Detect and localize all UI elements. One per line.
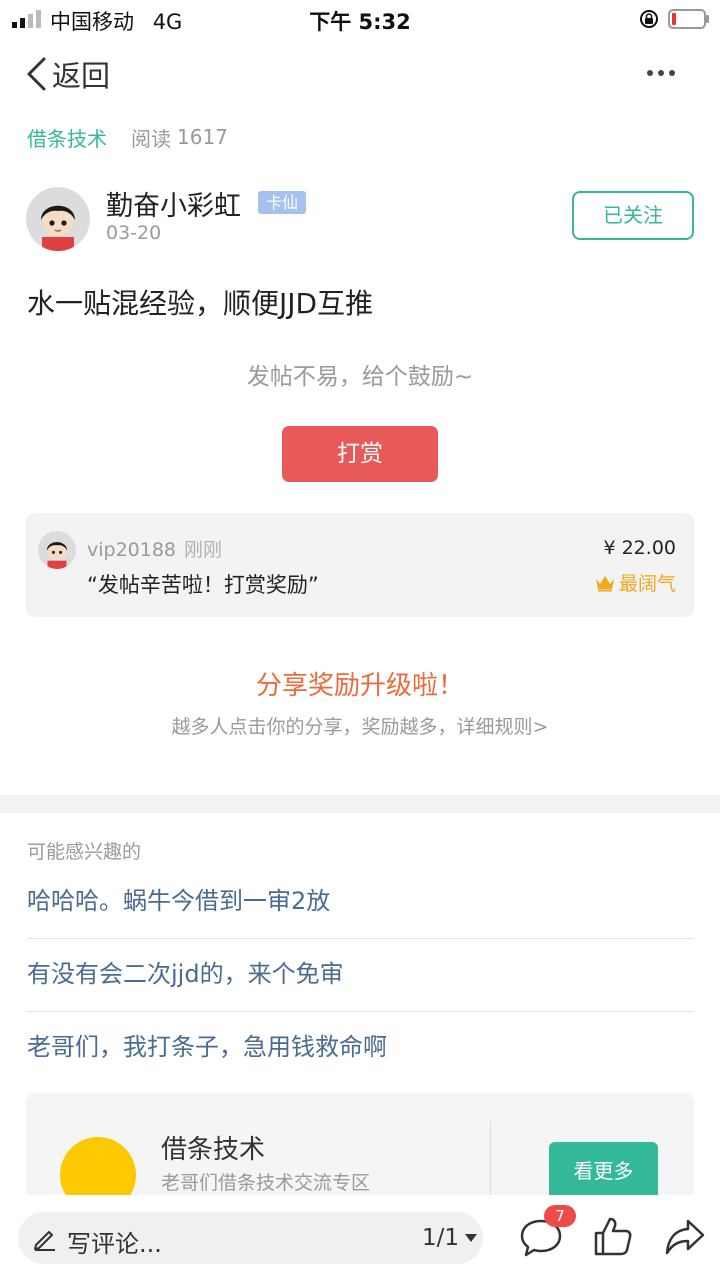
forum-logo: [60, 1137, 136, 1195]
forum-card-name: 借条技术: [161, 1135, 266, 1165]
comment-placeholder: 写评论...: [67, 1230, 162, 1258]
top-reward-tag: 最阔气: [595, 569, 676, 596]
chevron-left-icon: [27, 57, 46, 91]
share-arrow-icon[interactable]: [664, 1217, 706, 1257]
comment-count-badge: 7: [544, 1205, 576, 1227]
post-date: 03-20: [106, 222, 162, 244]
read-count: 1617: [177, 125, 228, 149]
rewarder-avatar[interactable]: [38, 531, 76, 569]
see-more-button[interactable]: 看更多: [549, 1142, 658, 1195]
forum-card-desc: 老哥们借条技术交流专区: [161, 1172, 371, 1194]
crown-icon: [595, 575, 614, 591]
status-bar: 中国移动 4G 下午 5:32: [0, 0, 720, 40]
more-options-button[interactable]: [636, 56, 686, 90]
avatar-image: [26, 187, 90, 251]
section-divider: [0, 795, 720, 813]
reward-hint: 发帖不易，给个鼓励~: [246, 364, 474, 390]
author-level-badge: 卡仙: [258, 191, 307, 214]
forum-card[interactable]: 借条技术 老哥们借条技术交流专区 看更多: [26, 1093, 694, 1195]
share-rules-link[interactable]: 越多人点击你的分享，奖励越多，详细规则>: [0, 712, 720, 739]
pen-icon: [34, 1231, 55, 1251]
signal-strength-icon: [12, 10, 41, 28]
follow-button[interactable]: 已关注: [572, 191, 694, 240]
page-selector[interactable]: 1/1: [422, 1225, 478, 1251]
author-avatar[interactable]: [26, 187, 90, 251]
carrier-label: 中国移动 4G: [50, 6, 182, 36]
rewarder-name[interactable]: vip20188: [87, 539, 176, 561]
post-title: 水一贴混经验，顺便JJD互推: [27, 287, 374, 320]
caret-down-icon: [465, 1234, 478, 1242]
rotation-lock-icon: [640, 10, 658, 28]
reward-record-card[interactable]: vip20188 刚刚 “发帖辛苦啦！打赏奖励” ¥ 22.00 最阔气: [26, 513, 694, 617]
back-button[interactable]: 返回: [24, 52, 110, 96]
related-item[interactable]: 老哥们，我打条子，急用钱救命啊: [27, 1012, 694, 1085]
network-type: 4G: [152, 10, 183, 34]
thumbs-up-icon[interactable]: [592, 1215, 634, 1257]
avatar-image: [38, 531, 76, 569]
reward-amount: ¥ 22.00: [603, 537, 676, 559]
author-name[interactable]: 勤奋小彩虹: [106, 184, 241, 223]
related-item[interactable]: 哈哈哈。蜗牛今借到一审2放: [27, 866, 694, 939]
post-meta-row: 借条技术 阅读 1617: [27, 122, 228, 152]
page-number: 1/1: [422, 1225, 460, 1251]
back-label: 返回: [52, 59, 111, 93]
reward-button[interactable]: 打赏: [282, 426, 438, 482]
forum-card-separator: [490, 1121, 491, 1195]
reward-time: 刚刚: [184, 539, 223, 561]
read-label: 阅读: [131, 126, 171, 151]
more-dots-icon: [647, 70, 675, 76]
related-list: 哈哈哈。蜗牛今借到一审2放 有没有会二次jjd的，来个免审 老哥们，我打条子，急…: [27, 866, 694, 1085]
rewarder-line: vip20188 刚刚: [87, 535, 222, 562]
carrier-name: 中国移动: [50, 10, 134, 34]
share-reward-title: 分享奖励升级啦！: [255, 671, 464, 701]
top-reward-label: 最阔气: [618, 573, 676, 595]
reward-message: “发帖辛苦啦！打赏奖励”: [87, 573, 319, 597]
battery-icon: [668, 9, 709, 29]
bottom-action-bar: 写评论... 1/1 7: [0, 1195, 720, 1280]
forum-link[interactable]: 借条技术: [27, 123, 107, 152]
related-header: 可能感兴趣的: [27, 841, 142, 863]
related-item[interactable]: 有没有会二次jjd的，来个免审: [27, 939, 694, 1012]
comment-input[interactable]: 写评论... 1/1: [18, 1212, 483, 1264]
